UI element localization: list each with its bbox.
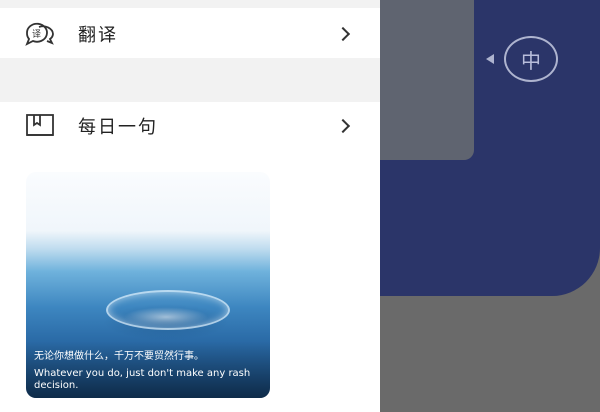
language-button[interactable]: 中 bbox=[504, 36, 558, 82]
daily-sentence-card[interactable]: 无论你想做什么，千万不要贸然行事。 Whatever you do, just … bbox=[26, 172, 270, 398]
language-toggle[interactable]: 中 bbox=[486, 36, 558, 82]
book-icon bbox=[20, 113, 60, 139]
side-drawer: 译 翻译 每日一句 无论你想做什么，千万不要贸然行事。 Whatever you… bbox=[0, 0, 380, 412]
quote-english: Whatever you do, just don't make any ras… bbox=[34, 368, 251, 391]
menu-label-daily: 每日一句 bbox=[78, 117, 158, 138]
section-divider bbox=[0, 58, 380, 102]
top-strip bbox=[0, 0, 380, 8]
menu-label-translate: 翻译 bbox=[78, 25, 118, 46]
menu-item-daily-sentence[interactable]: 每日一句 bbox=[0, 102, 380, 150]
splash-ring bbox=[106, 290, 230, 330]
left-arrow-icon bbox=[486, 54, 494, 64]
background-panel bbox=[380, 0, 474, 160]
menu-item-translate[interactable]: 译 翻译 bbox=[0, 10, 380, 58]
chevron-right-icon bbox=[335, 26, 351, 42]
svg-text:译: 译 bbox=[32, 29, 41, 40]
quote-chinese: 无论你想做什么，千万不要贸然行事。 bbox=[34, 351, 204, 362]
translate-bubble-icon: 译 bbox=[20, 21, 60, 47]
quote-overlay: 无论你想做什么，千万不要贸然行事。 Whatever you do, just … bbox=[26, 341, 270, 398]
chevron-right-icon bbox=[335, 118, 351, 134]
